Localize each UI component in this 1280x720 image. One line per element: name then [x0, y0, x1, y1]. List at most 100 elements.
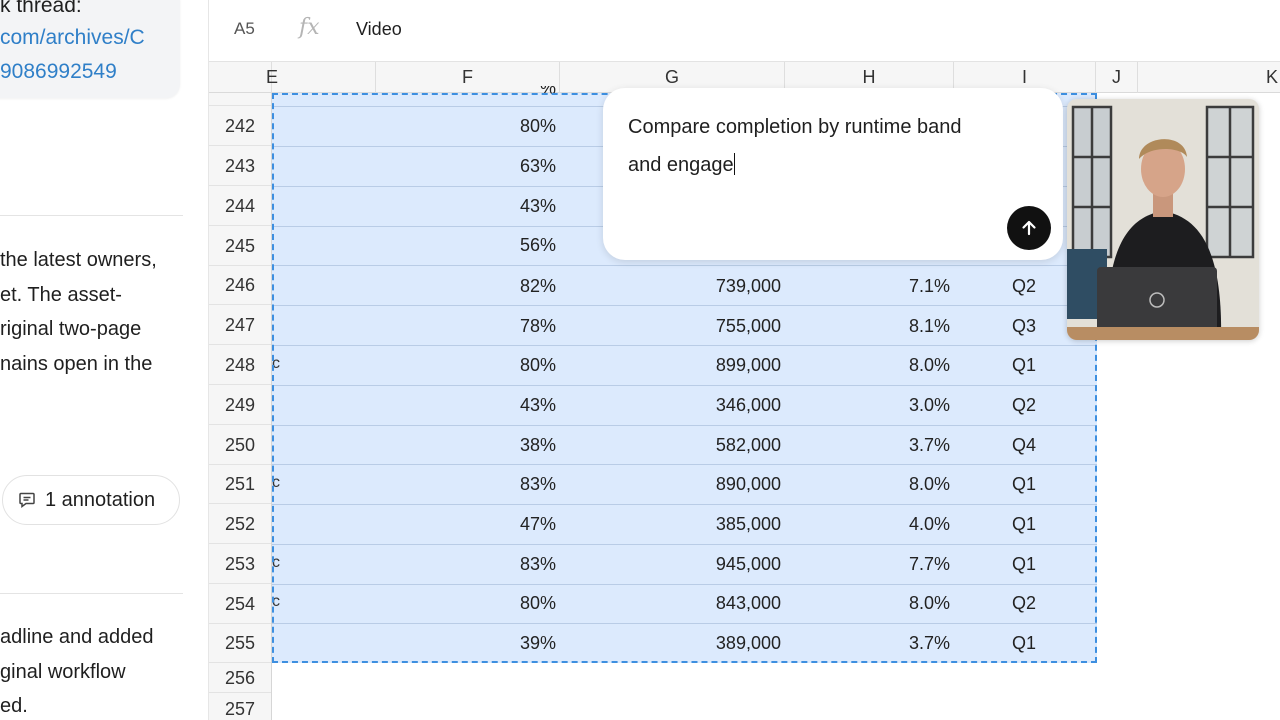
- cell-f[interactable]: 80%: [470, 116, 556, 137]
- text-caret: [733, 153, 736, 175]
- row-header[interactable]: 242: [209, 106, 271, 146]
- prompt-input[interactable]: Compare completion by runtime band and e…: [628, 108, 1028, 184]
- cell-h[interactable]: 4.0%: [850, 514, 950, 535]
- row-header[interactable]: 248: [209, 345, 271, 385]
- prompt-card: Compare completion by runtime band and e…: [603, 88, 1063, 260]
- column-header-k[interactable]: K: [1138, 62, 1280, 93]
- cell-g[interactable]: 389,000: [640, 633, 781, 654]
- row-gridline: [272, 623, 1097, 624]
- row-gridline: [272, 544, 1097, 545]
- archive-link-id[interactable]: 9086992549: [0, 60, 117, 84]
- presenter-video-frame: [1067, 99, 1259, 340]
- cell-i[interactable]: Q1: [994, 633, 1054, 654]
- formula-bar: A5 fx Video: [209, 0, 1280, 61]
- row-header[interactable]: 255: [209, 623, 271, 663]
- cell-h[interactable]: 8.0%: [850, 474, 950, 495]
- row-header[interactable]: 245: [209, 226, 271, 266]
- prompt-text-line: and engage: [628, 154, 734, 176]
- cell-h[interactable]: 3.7%: [850, 633, 950, 654]
- row-header-column: 242 243 244 245 246 247 248 249 250 251 …: [209, 93, 272, 720]
- row-gridline: [272, 425, 1097, 426]
- cell-i[interactable]: Q4: [994, 435, 1054, 456]
- chat-message-2: adline and added ginal workflow ed.: [0, 620, 153, 720]
- cell-h[interactable]: 8.0%: [850, 593, 950, 614]
- cell-e-overflow[interactable]: c: [272, 474, 280, 492]
- cell-g[interactable]: 890,000: [640, 474, 781, 495]
- cell-h[interactable]: 8.1%: [850, 316, 950, 337]
- cell-f[interactable]: 39%: [470, 633, 556, 654]
- cell-f[interactable]: 47%: [470, 514, 556, 535]
- cell-i[interactable]: Q1: [994, 355, 1054, 376]
- cell-i[interactable]: Q1: [994, 554, 1054, 575]
- presenter-video[interactable]: [1067, 99, 1259, 340]
- cell-h[interactable]: 3.0%: [850, 395, 950, 416]
- cell-i[interactable]: Q1: [994, 474, 1054, 495]
- cell-i[interactable]: Q3: [994, 316, 1054, 337]
- chat-message-line: ed.: [0, 695, 28, 717]
- cell-f[interactable]: 83%: [470, 474, 556, 495]
- cell-f[interactable]: 43%: [470, 395, 556, 416]
- cell-f[interactable]: 82%: [470, 276, 556, 297]
- cell-i[interactable]: Q2: [994, 395, 1054, 416]
- cell-g[interactable]: 945,000: [640, 554, 781, 575]
- cell-f[interactable]: 80%: [470, 593, 556, 614]
- cell-f[interactable]: 80%: [470, 355, 556, 376]
- cell-e-overflow[interactable]: c: [272, 593, 280, 611]
- cell-f[interactable]: 43%: [470, 196, 556, 217]
- row-header[interactable]: 252: [209, 504, 271, 544]
- row-header[interactable]: 257: [209, 693, 271, 720]
- cell-h[interactable]: 3.7%: [850, 435, 950, 456]
- corner-cell[interactable]: [209, 62, 272, 93]
- archive-link[interactable]: com/archives/C: [0, 26, 145, 50]
- row-header[interactable]: 249: [209, 385, 271, 425]
- link-card-label: k thread:: [0, 0, 82, 17]
- cell-f[interactable]: 63%: [470, 156, 556, 177]
- row-header[interactable]: 253: [209, 544, 271, 584]
- send-button[interactable]: [1007, 206, 1051, 250]
- chat-message-line: adline and added: [0, 626, 154, 648]
- cell-g[interactable]: 385,000: [640, 514, 781, 535]
- row-header-partial[interactable]: [209, 93, 271, 106]
- cell-e-overflow[interactable]: c: [272, 355, 280, 373]
- cell-f-partial[interactable]: %: [500, 86, 556, 100]
- annotation-chip[interactable]: 1 annotation: [2, 475, 180, 525]
- row-header[interactable]: 256: [209, 663, 271, 693]
- row-header[interactable]: 250: [209, 425, 271, 465]
- cell-h[interactable]: 8.0%: [850, 355, 950, 376]
- comment-icon: [19, 492, 35, 508]
- prompt-text-line: Compare completion by runtime band: [628, 116, 962, 138]
- fx-icon: fx: [299, 15, 320, 40]
- annotation-label: 1 annotation: [45, 488, 156, 511]
- cell-h[interactable]: 7.1%: [850, 276, 950, 297]
- cell-g[interactable]: 755,000: [640, 316, 781, 337]
- cell-h[interactable]: 7.7%: [850, 554, 950, 575]
- cell-f[interactable]: 83%: [470, 554, 556, 575]
- cell-i[interactable]: Q2: [994, 276, 1054, 297]
- cell-g[interactable]: 582,000: [640, 435, 781, 456]
- row-header[interactable]: 247: [209, 305, 271, 345]
- formula-input[interactable]: Video: [356, 19, 402, 40]
- column-header-e[interactable]: E: [266, 62, 376, 93]
- cell-g[interactable]: 899,000: [640, 355, 781, 376]
- row-header[interactable]: 243: [209, 146, 271, 186]
- chat-message-line: et. The asset-: [0, 283, 122, 306]
- row-header[interactable]: 246: [209, 265, 271, 305]
- cell-e-overflow[interactable]: c: [272, 554, 280, 572]
- cell-i[interactable]: Q2: [994, 593, 1054, 614]
- cell-f[interactable]: 78%: [470, 316, 556, 337]
- row-header[interactable]: 254: [209, 584, 271, 624]
- link-card: k thread: com/archives/C 9086992549: [0, 0, 180, 98]
- cell-g[interactable]: 843,000: [640, 593, 781, 614]
- chat-message-line: riginal two-page: [0, 318, 142, 340]
- row-gridline: [272, 385, 1097, 386]
- cell-g[interactable]: 739,000: [640, 276, 781, 297]
- cell-reference[interactable]: A5: [234, 19, 255, 39]
- cell-f[interactable]: 56%: [470, 235, 556, 256]
- cell-f[interactable]: 38%: [470, 435, 556, 456]
- row-header[interactable]: 251: [209, 464, 271, 504]
- column-header-j[interactable]: J: [1096, 62, 1138, 93]
- cell-g[interactable]: 346,000: [640, 395, 781, 416]
- cell-i[interactable]: Q1: [994, 514, 1054, 535]
- column-label: E: [266, 67, 279, 87]
- row-header[interactable]: 244: [209, 186, 271, 226]
